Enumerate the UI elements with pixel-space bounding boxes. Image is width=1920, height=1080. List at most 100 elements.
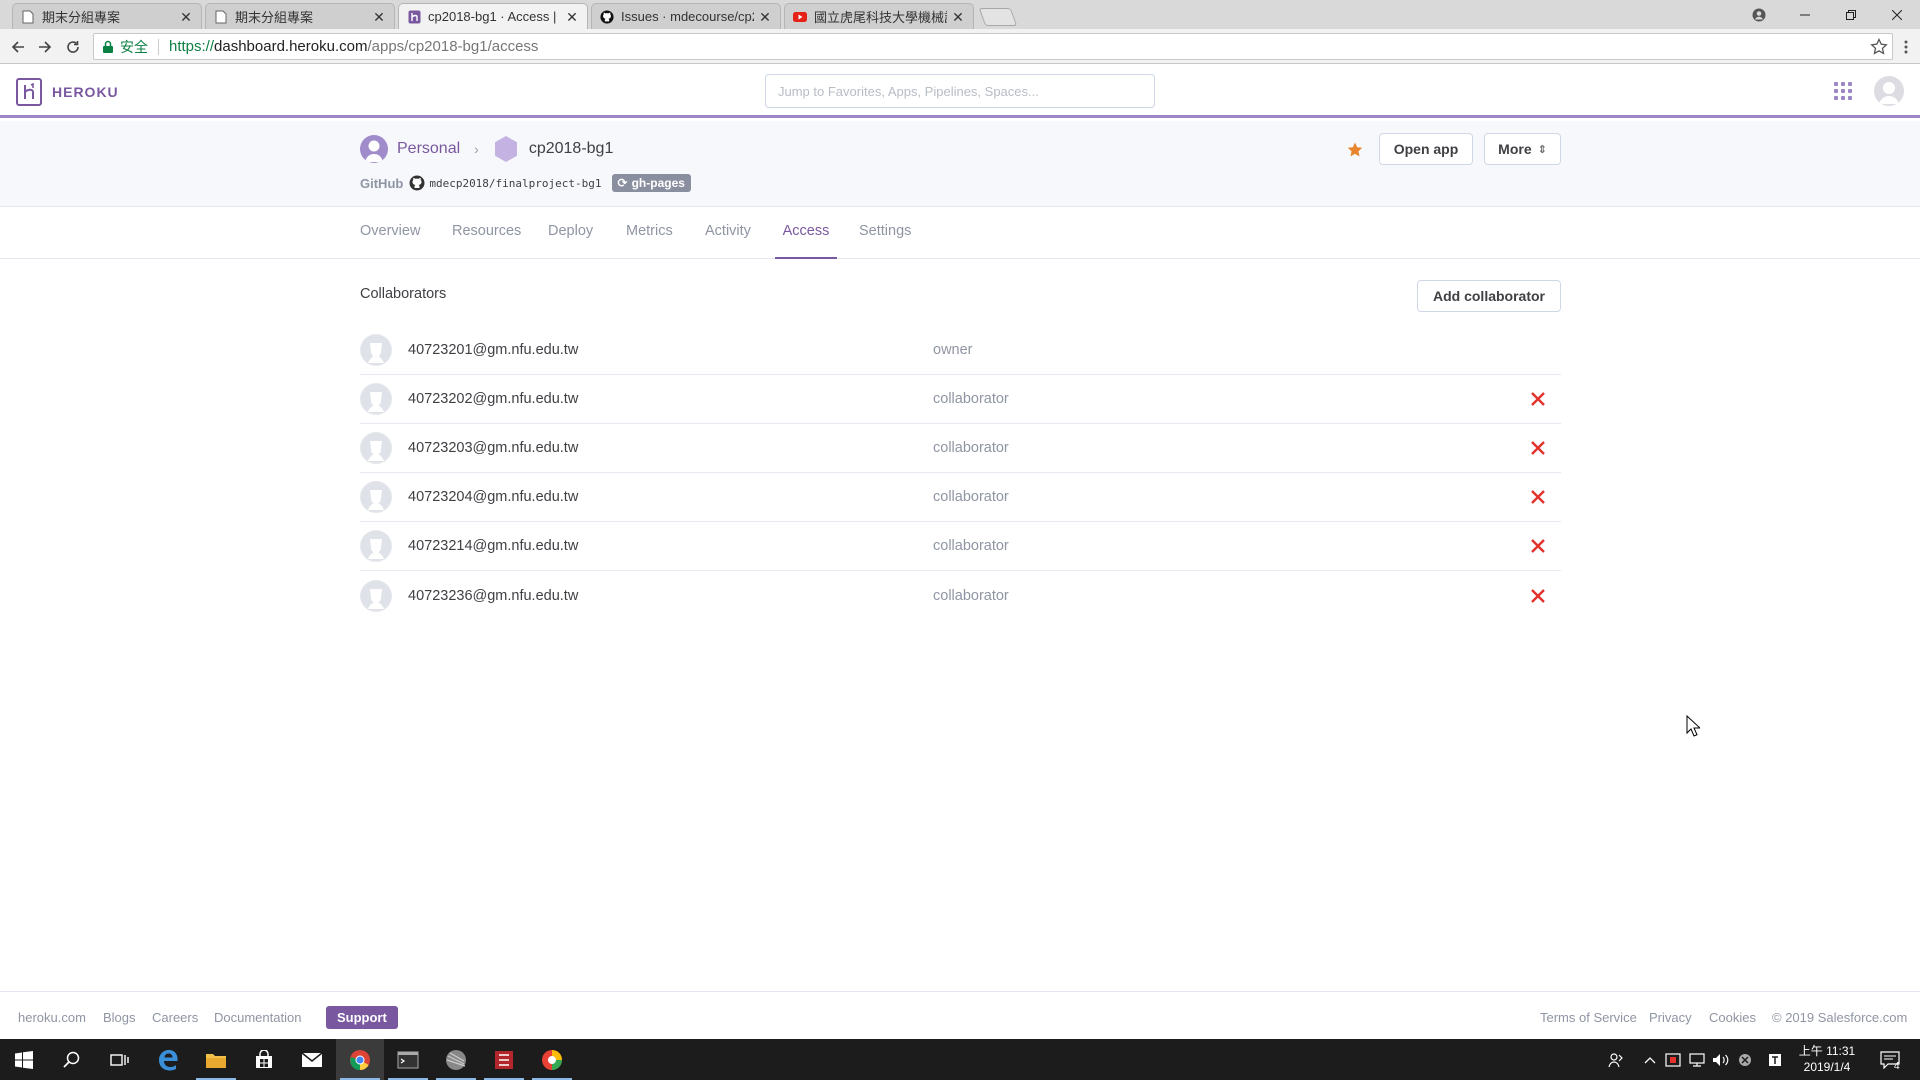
remove-collaborator-icon[interactable] [1529, 587, 1547, 605]
tab-deploy[interactable]: Deploy [548, 207, 593, 259]
apps-grid-icon[interactable] [1832, 80, 1854, 102]
support-button[interactable]: Support [326, 1006, 398, 1029]
clock-date: 2019/1/4 [1803, 1060, 1851, 1074]
close-tab-icon[interactable]: ✕ [758, 10, 772, 24]
file-explorer-icon[interactable] [192, 1039, 240, 1080]
tab-metrics[interactable]: Metrics [626, 207, 673, 259]
task-view-icon[interactable] [96, 1039, 144, 1080]
network-icon[interactable] [1686, 1039, 1708, 1080]
tab-resources[interactable]: Resources [452, 207, 521, 259]
breadcrumb: Personal › cp2018-bg1 [360, 135, 613, 163]
address-bar[interactable]: 安全 https://dashboard.heroku.com/apps/cp2… [93, 33, 1893, 60]
branch-name: gh-pages [631, 176, 685, 190]
app-name: cp2018-bg1 [528, 140, 614, 157]
app-color-wheel-icon[interactable] [528, 1039, 576, 1080]
footer-link-terms[interactable]: Terms of Service [1540, 1010, 1637, 1025]
browser-tab[interactable]: 期末分組專案 ✕ [12, 3, 202, 29]
remove-collaborator-icon[interactable] [1529, 537, 1547, 555]
remove-collaborator-icon[interactable] [1529, 390, 1547, 408]
close-tab-icon[interactable]: ✕ [372, 10, 386, 24]
new-tab-button[interactable] [978, 8, 1018, 26]
search-input[interactable]: Jump to Favorites, Apps, Pipelines, Spac… [765, 74, 1155, 108]
browser-tab[interactable]: 國立虎尾科技大學機械設 ✕ [784, 3, 974, 29]
browser-tab-active[interactable]: cp2018-bg1 · Access | H ✕ [398, 3, 588, 29]
ime-status-icon[interactable] [1734, 1039, 1756, 1080]
tray-chevron-up-icon[interactable] [1640, 1039, 1660, 1080]
profile-icon[interactable] [1736, 0, 1782, 29]
collaborator-role: collaborator [933, 489, 1009, 505]
collaborator-email: 40723236@gm.nfu.edu.tw [408, 587, 579, 604]
footer-link-documentation[interactable]: Documentation [214, 1010, 301, 1025]
back-arrow-icon[interactable] [6, 35, 30, 59]
footer-link-blogs[interactable]: Blogs [103, 1010, 136, 1025]
close-tab-icon[interactable]: ✕ [179, 10, 193, 24]
breadcrumb-personal-link[interactable]: Personal [397, 140, 460, 158]
minimize-icon[interactable] [1782, 0, 1828, 29]
footer-link-privacy[interactable]: Privacy [1649, 1010, 1692, 1025]
browser-menu-icon[interactable] [1894, 35, 1918, 59]
volume-icon[interactable] [1710, 1039, 1732, 1080]
avatar [360, 432, 392, 464]
collaborator-email: 40723214@gm.nfu.edu.tw [408, 538, 579, 554]
open-app-button[interactable]: Open app [1379, 133, 1473, 165]
tab-overview[interactable]: Overview [360, 207, 420, 259]
close-tab-icon[interactable]: ✕ [951, 10, 965, 24]
people-icon[interactable] [1604, 1039, 1628, 1080]
avatar [360, 530, 392, 562]
browser-tab-strip: 期末分組專案 ✕ 期末分組專案 ✕ cp2018-bg1 · Access | … [0, 0, 1920, 29]
repo-link[interactable]: mdecp2018/finalproject-bg1 [429, 177, 601, 190]
search-icon[interactable] [48, 1039, 96, 1080]
add-collaborator-button[interactable]: Add collaborator [1417, 280, 1561, 312]
notification-center-icon[interactable]: 4 [1870, 1039, 1910, 1080]
browser-tab-title: Issues · mdecourse/cp2 [621, 9, 754, 24]
heroku-favicon-icon [407, 10, 421, 24]
app-sphere-icon[interactable] [432, 1039, 480, 1080]
edge-browser-icon[interactable] [144, 1039, 192, 1080]
browser-toolbar: 安全 https://dashboard.heroku.com/apps/cp2… [0, 29, 1920, 64]
heroku-logo[interactable]: HEROKU [16, 78, 119, 106]
terminal-icon[interactable] [384, 1039, 432, 1080]
tab-access[interactable]: Access [775, 207, 837, 259]
input-method-icon[interactable] [1764, 1039, 1786, 1080]
updown-caret-icon: ⇕ [1537, 143, 1547, 156]
chevron-right-icon: › [474, 141, 479, 157]
restore-icon[interactable] [1828, 0, 1874, 29]
secure-label: 安全 [120, 38, 148, 55]
collaborator-email: 40723201@gm.nfu.edu.tw [408, 342, 579, 358]
tab-activity[interactable]: Activity [705, 207, 751, 259]
remove-collaborator-icon[interactable] [1529, 439, 1547, 457]
remove-collaborator-icon[interactable] [1529, 488, 1547, 506]
footer-link-heroku[interactable]: heroku.com [18, 1010, 86, 1025]
browser-tab[interactable]: Issues · mdecourse/cp2 ✕ [591, 3, 781, 29]
collaborators-list: 40723201@gm.nfu.edu.tw owner 40723202@gm… [360, 326, 1561, 620]
document-icon [21, 10, 35, 24]
avatar [360, 579, 392, 612]
footer-link-cookies[interactable]: Cookies [1709, 1010, 1756, 1025]
store-icon[interactable] [240, 1039, 288, 1080]
chrome-icon[interactable] [336, 1039, 384, 1080]
footer-copyright: © 2019 Salesforce.com [1772, 1010, 1908, 1025]
heroku-wordmark: HEROKU [52, 84, 119, 100]
footer-link-careers[interactable]: Careers [152, 1010, 198, 1025]
tab-settings[interactable]: Settings [859, 207, 911, 259]
app-hexagon-icon [494, 136, 517, 162]
favorite-star-icon[interactable] [1346, 141, 1364, 159]
close-window-icon[interactable] [1874, 0, 1920, 29]
close-tab-icon[interactable]: ✕ [565, 10, 579, 24]
bookmark-star-icon[interactable] [1870, 38, 1888, 56]
collaborators-heading: Collaborators [360, 286, 447, 302]
reload-icon[interactable] [61, 35, 85, 59]
forward-arrow-icon[interactable] [33, 35, 57, 59]
mail-icon[interactable] [288, 1039, 336, 1080]
more-button[interactable]: More ⇕ [1484, 133, 1561, 165]
collaborator-row: 40723214@gm.nfu.edu.tw collaborator [360, 522, 1561, 571]
taskbar-clock[interactable]: 上午 11:31 2019/1/4 [1791, 1043, 1863, 1075]
security-tray-icon[interactable] [1662, 1039, 1684, 1080]
page-footer: heroku.com Blogs Careers Documentation S… [0, 991, 1920, 1039]
collaborator-role: collaborator [933, 538, 1009, 554]
user-avatar[interactable] [1874, 76, 1904, 106]
browser-tab[interactable]: 期末分組專案 ✕ [205, 3, 395, 29]
collaborator-role: owner [933, 342, 973, 358]
windows-start-icon[interactable] [0, 1039, 48, 1080]
app-red-icon[interactable] [480, 1039, 528, 1080]
